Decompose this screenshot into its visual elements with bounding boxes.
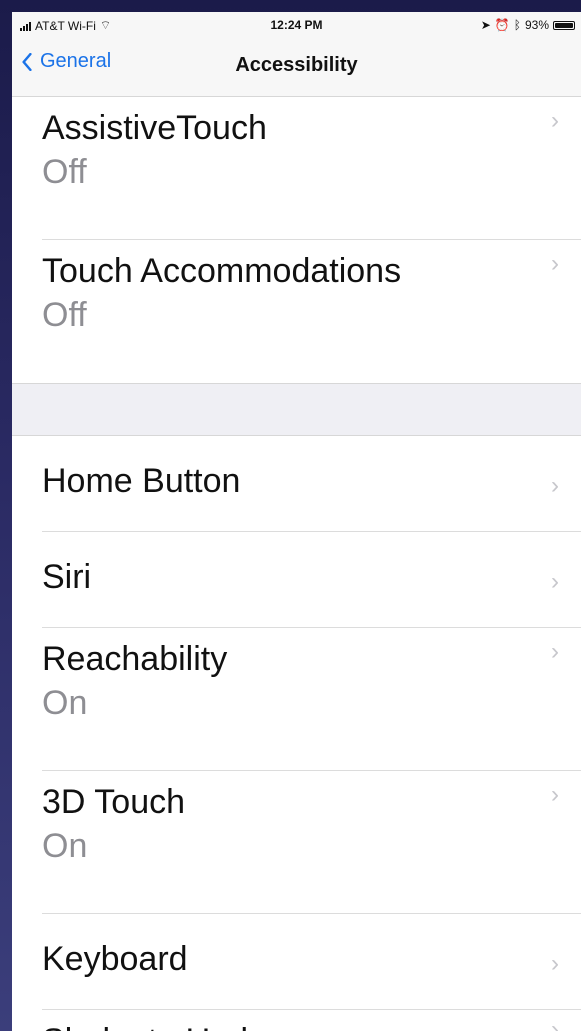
page-title: Accessibility bbox=[235, 54, 358, 76]
battery-icon bbox=[553, 20, 575, 30]
settings-row-home-button[interactable]: Home Button › bbox=[12, 436, 581, 532]
chevron-right-icon: › bbox=[551, 1016, 559, 1031]
chevron-right-icon: › bbox=[551, 568, 559, 595]
alarm-icon: ⏰ bbox=[494, 18, 510, 32]
settings-row-keyboard[interactable]: Keyboard › bbox=[12, 914, 581, 1010]
row-value: Off bbox=[42, 296, 87, 334]
chevron-right-icon: › bbox=[551, 638, 559, 665]
row-value: Off bbox=[42, 153, 87, 191]
row-title: Home Button bbox=[42, 462, 241, 500]
settings-row-touch-accommodations[interactable]: Touch Accommodations Off › bbox=[12, 240, 581, 383]
row-title: 3D Touch bbox=[42, 783, 186, 821]
settings-row-assistivetouch[interactable]: AssistiveTouch Off › bbox=[12, 97, 581, 240]
row-value: On bbox=[42, 684, 88, 722]
status-bar: AT&T Wi-Fi ⌔ 12:24 PM ➤ ⏰ ᛒ 93% bbox=[12, 12, 581, 40]
settings-row-3d-touch[interactable]: 3D Touch On › bbox=[12, 771, 581, 914]
chevron-right-icon: › bbox=[551, 472, 559, 499]
settings-row-shake-to-undo[interactable]: Shake to Undo › bbox=[12, 1010, 581, 1031]
row-value: On bbox=[42, 827, 88, 865]
chevron-right-icon: › bbox=[551, 250, 559, 277]
row-title: Reachability bbox=[42, 640, 228, 678]
location-icon: ➤ bbox=[480, 18, 491, 32]
settings-row-reachability[interactable]: Reachability On › bbox=[12, 628, 581, 771]
chevron-right-icon: › bbox=[551, 950, 559, 977]
row-title: Keyboard bbox=[42, 940, 188, 978]
row-title: Touch Accommodations bbox=[42, 252, 402, 290]
settings-row-siri[interactable]: Siri › bbox=[12, 532, 581, 628]
navigation-bar: General Accessibility bbox=[12, 40, 581, 97]
phone-screen: AT&T Wi-Fi ⌔ 12:24 PM ➤ ⏰ ᛒ 93% General … bbox=[12, 12, 581, 1031]
status-right: ➤ ⏰ ᛒ 93% bbox=[481, 18, 575, 32]
settings-group-bottom: Home Button › Siri › Reachability On › 3… bbox=[12, 436, 581, 1031]
settings-group-top: AssistiveTouch Off › Touch Accommodation… bbox=[12, 97, 581, 383]
bluetooth-icon: ᛒ bbox=[513, 18, 521, 32]
section-gap bbox=[12, 383, 581, 436]
row-title: Shake to Undo bbox=[42, 1022, 267, 1031]
row-title: AssistiveTouch bbox=[42, 109, 267, 147]
chevron-right-icon: › bbox=[551, 107, 559, 134]
row-title: Siri bbox=[42, 558, 92, 596]
chevron-right-icon: › bbox=[551, 781, 559, 808]
battery-percent: 93% bbox=[524, 18, 549, 32]
